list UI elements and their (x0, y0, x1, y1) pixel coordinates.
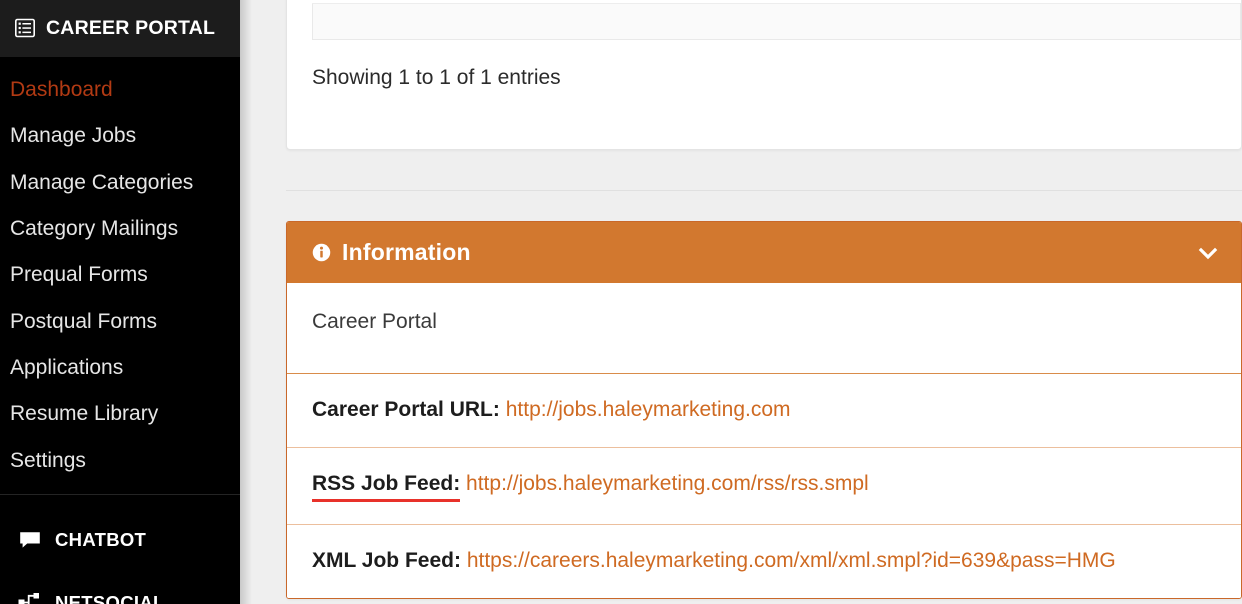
portal-name-row: Career Portal (287, 283, 1241, 375)
xml-job-feed-link[interactable]: https://careers.haleymarketing.com/xml/x… (467, 549, 1116, 572)
xml-job-feed-label: XML Job Feed: (312, 549, 461, 573)
sidebar-item-label: CHATBOT (55, 529, 147, 551)
sidebar-brand[interactable]: CAREER PORTAL (0, 0, 240, 57)
comment-icon (18, 529, 42, 551)
sidebar-item-resume-library[interactable]: Resume Library (0, 391, 240, 437)
table-cell (312, 3, 1241, 40)
section-divider (286, 190, 1242, 191)
main-content: Showing 1 to 1 of 1 entries Information (240, 0, 1242, 604)
sidebar-item-prequal-forms[interactable]: Prequal Forms (0, 252, 240, 298)
chevron-down-icon[interactable] (1197, 242, 1219, 264)
sidebar-item-label: NETSOCIAL (55, 592, 165, 604)
app-root: CAREER PORTAL Dashboard Manage Jobs Mana… (0, 0, 1242, 604)
sidebar-item-settings[interactable]: Settings (0, 438, 240, 484)
xml-job-feed-row: XML Job Feed: https://careers.haleymarke… (287, 525, 1241, 597)
sidebar-item-category-mailings[interactable]: Category Mailings (0, 206, 240, 252)
brand-title: CAREER PORTAL (46, 16, 216, 39)
sidebar-item-dashboard[interactable]: Dashboard (0, 67, 240, 113)
rss-job-feed-row: RSS Job Feed: http://jobs.haleymarketing… (287, 448, 1241, 526)
table-footer-row (312, 3, 1241, 40)
portal-name: Career Portal (312, 310, 437, 333)
sitemap-icon (18, 592, 42, 604)
sidebar-primary-nav: Dashboard Manage Jobs Manage Categories … (0, 57, 240, 495)
sidebar-secondary-nav: CHATBOT NETSOCIAL (0, 495, 240, 604)
information-panel: Information Career Portal Career Portal … (286, 221, 1242, 599)
career-portal-url-label: Career Portal URL: (312, 398, 500, 422)
career-portal-url-link[interactable]: http://jobs.haleymarketing.com (506, 398, 791, 421)
information-panel-title-group: Information (312, 239, 471, 266)
sidebar-item-netsocial[interactable]: NETSOCIAL (0, 572, 240, 604)
sidebar-item-manage-categories[interactable]: Manage Categories (0, 160, 240, 206)
sidebar-item-manage-jobs[interactable]: Manage Jobs (0, 113, 240, 159)
sidebar-item-chatbot[interactable]: CHATBOT (0, 509, 240, 572)
sidebar-item-postqual-forms[interactable]: Postqual Forms (0, 299, 240, 345)
datatable-card: Showing 1 to 1 of 1 entries (286, 0, 1242, 150)
table-entries-info: Showing 1 to 1 of 1 entries (312, 66, 561, 89)
information-panel-title: Information (342, 239, 471, 265)
sidebar-item-applications[interactable]: Applications (0, 345, 240, 391)
information-panel-body: Career Portal Career Portal URL: http://… (287, 283, 1241, 598)
sidebar: CAREER PORTAL Dashboard Manage Jobs Mana… (0, 0, 240, 604)
rss-job-feed-label: RSS Job Feed: (312, 469, 461, 503)
information-panel-header[interactable]: Information (287, 222, 1241, 283)
info-circle-icon (312, 243, 331, 262)
rss-job-feed-link[interactable]: http://jobs.haleymarketing.com/rss/rss.s… (466, 472, 869, 495)
career-portal-url-row: Career Portal URL: http://jobs.haleymark… (287, 374, 1241, 448)
list-alt-icon (14, 18, 35, 39)
content-bottom-spacer (286, 599, 1242, 604)
data-table (312, 0, 1241, 40)
